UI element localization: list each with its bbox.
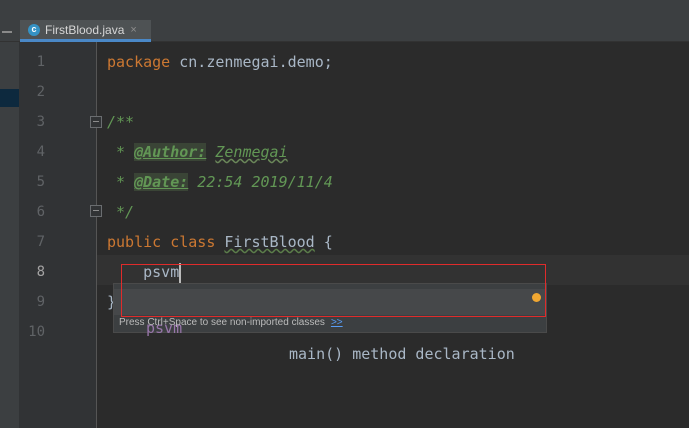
close-icon[interactable]: × (130, 24, 136, 36)
tab-label: FirstBlood.java (45, 22, 125, 37)
project-tool-strip (0, 42, 19, 428)
text-caret (179, 262, 182, 283)
line-number: 2 (36, 84, 45, 100)
open-brace: { (314, 233, 333, 251)
comment-star: * (107, 173, 135, 191)
completion-more-link[interactable]: >> (331, 317, 343, 328)
code-line-6: */ (107, 203, 135, 221)
lightbulb-icon[interactable] (532, 293, 541, 302)
javadoc-date-tag: @Date: (134, 173, 189, 191)
line-number: 9 (36, 294, 45, 310)
code-line-3: /** (107, 113, 135, 131)
author-value: Zenmegai (215, 143, 288, 161)
code-editor[interactable]: package cn.zenmegai.demo; /** * @Author:… (97, 42, 689, 428)
keyword-package: package (107, 53, 171, 71)
code-line-1: package cn.zenmegai.demo; (107, 47, 333, 77)
keyword-class: class (170, 233, 216, 251)
class-name: FirstBlood (224, 233, 315, 251)
javadoc-author-tag: @Author: (134, 143, 207, 161)
line-number: 3 (36, 114, 45, 130)
line-number: 6 (36, 204, 45, 220)
line-number: 7 (36, 234, 45, 250)
line-number: 1 (36, 54, 45, 70)
comment-star: * (107, 143, 135, 161)
tab-scroll-left[interactable] (0, 22, 18, 42)
completion-hint: Press Ctrl+Space to see non-imported cla… (119, 317, 343, 328)
code-line-7: public class FirstBlood { (107, 227, 333, 257)
completion-description: main() method declaration (289, 345, 515, 363)
code-line-4: * @Author: Zenmegai (107, 137, 288, 167)
typed-abbreviation: psvm (143, 263, 180, 281)
editor-tab-bar: c FirstBlood.java × (0, 0, 689, 42)
package-name: cn.zenmegai.demo; (170, 53, 333, 71)
line-number: 10 (28, 324, 45, 340)
line-number: 4 (36, 144, 45, 160)
code-line-5: * @Date: 22:54 2019/11/4 (107, 167, 333, 197)
line-number: 5 (36, 174, 45, 190)
line-number-current: 8 (36, 264, 45, 280)
keyword-public: public (107, 233, 162, 251)
java-class-icon: c (28, 23, 40, 36)
completion-hint-text: Press Ctrl+Space to see non-imported cla… (119, 317, 325, 328)
date-value: 22:54 2019/11/4 (188, 173, 333, 191)
line-number-gutter: 1 2 3 4 5 6 7 8 9 10 (19, 42, 102, 428)
tab-firstblood-java[interactable]: c FirstBlood.java × (20, 20, 151, 42)
code-completion-popup: psvm main() method declaration Press Ctr… (113, 283, 547, 363)
completion-item-psvm[interactable]: psvm main() method declaration (114, 289, 546, 363)
project-selected-row[interactable] (0, 89, 19, 107)
caret-row-highlight (97, 255, 689, 285)
